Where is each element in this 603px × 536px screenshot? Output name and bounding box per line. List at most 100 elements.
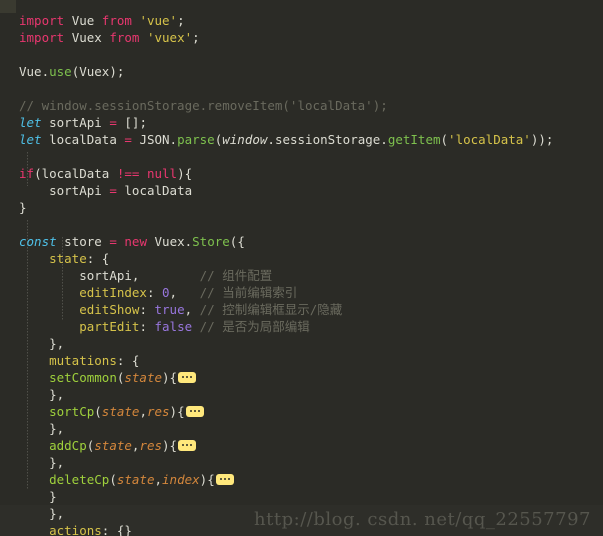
code-token: // 当前编辑索引 [199,285,298,300]
code-line[interactable]: setCommon(state){ [0,369,603,386]
code-line[interactable]: addCp(state,res){ [0,437,603,454]
code-line[interactable]: import Vuex from 'vuex'; [0,29,603,46]
code-token: state [116,472,155,487]
code-line[interactable] [0,148,603,165]
code-line[interactable]: } [0,199,603,216]
code-token: state [124,370,163,385]
code-token: . [169,132,178,147]
code-token: index [162,472,200,487]
code-token: mutations [49,353,117,368]
code-line[interactable]: sortCp(state,res){ [0,403,603,420]
code-token: ; [545,132,554,147]
code-token: setCommon [49,370,117,385]
code-token: Vue [19,64,42,79]
code-token: Vuex [154,234,185,249]
code-token: const [19,234,57,249]
code-token: !== [116,166,140,181]
code-token: ( [94,404,102,419]
code-token: null [146,166,178,181]
folded-code-marker[interactable] [215,474,234,485]
code-line[interactable]: }, [0,420,603,437]
code-token: ; [177,13,185,28]
code-token: 'vuex' [146,30,193,45]
code-line[interactable]: deleteCp(state,index){ [0,471,603,488]
code-line[interactable]: }, [0,335,603,352]
code-line[interactable]: sortApi, // 组件配置 [0,267,603,284]
code-token: addCp [49,438,87,453]
code-token: ( [440,132,449,147]
code-token: : { [86,251,110,266]
code-line[interactable]: sortApi = localData [0,182,603,199]
code-content[interactable]: import Vue from 'vue'; import Vuex from '… [0,12,603,536]
code-token: // 组件配置 [199,268,273,283]
code-token: } [19,200,27,215]
code-token: = [109,234,117,249]
code-line[interactable]: partEdit: false // 是否为局部编辑 [0,318,603,335]
code-token: actions [49,523,102,536]
code-token: , [169,285,178,300]
code-token: // window.sessionStorage.removeItem('loc… [19,98,388,113]
code-token: Vue [71,13,95,28]
code-token: state [49,251,87,266]
code-token: ( [109,472,117,487]
code-line[interactable]: }, [0,386,603,403]
code-line[interactable]: mutations: { [0,352,603,369]
code-token: ){ [177,166,193,181]
folded-code-marker[interactable] [178,440,197,451]
code-line[interactable]: const store = new Vuex.Store({ [0,233,603,250]
watermark-text: http://blog. csdn. net/qq_22557797 [254,509,591,530]
code-line[interactable]: if(localData !== null){ [0,165,603,182]
code-line[interactable]: } [0,488,603,505]
code-editor[interactable]: import Vue from 'vue'; import Vuex from '… [0,0,603,536]
code-line[interactable]: let sortApi = []; [0,114,603,131]
code-token: : {} [101,523,132,536]
code-token: deleteCp [49,472,110,487]
code-token: = [109,115,117,130]
code-token: sortApi [19,183,102,198]
code-token: let [19,115,42,130]
folded-code-marker[interactable] [178,372,197,383]
code-token: JSON [139,132,170,147]
code-line[interactable]: editIndex: 0, // 当前编辑索引 [0,284,603,301]
code-token: = [124,132,132,147]
folded-code-marker[interactable] [185,406,204,417]
code-token: localData [49,132,117,147]
code-token: ){ [162,438,178,453]
code-line[interactable]: let localData = JSON.parse(window.sessio… [0,131,603,148]
code-line[interactable]: state: { [0,250,603,267]
code-line[interactable]: import Vue from 'vue'; [0,12,603,29]
code-token: getItem [387,132,441,147]
code-line[interactable]: }, [0,454,603,471]
code-token: // 是否为局部编辑 [199,319,310,334]
code-line[interactable]: Vue.use(Vuex); [0,63,603,80]
code-line[interactable]: // window.sessionStorage.removeItem('loc… [0,97,603,114]
code-token: [] [124,115,140,130]
code-token: : [139,302,155,317]
code-token: ) [109,64,117,79]
code-line[interactable] [0,80,603,97]
code-token: let [19,132,42,147]
code-line[interactable] [0,46,603,63]
code-token: }, [19,336,65,351]
code-token: sessionStorage [274,132,381,147]
code-token: Vuex [71,30,102,45]
code-line[interactable] [0,216,603,233]
code-token: import [19,30,65,45]
code-line[interactable]: editShow: true, // 控制编辑框显示/隐藏 [0,301,603,318]
code-token: , [139,404,147,419]
